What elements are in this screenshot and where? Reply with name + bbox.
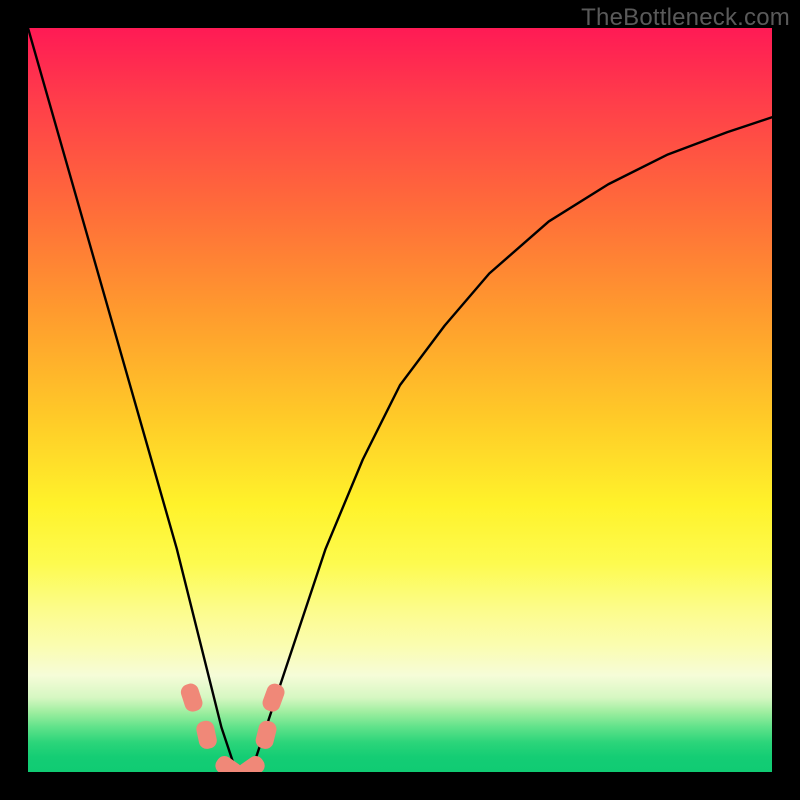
marker-left-upper [179, 682, 205, 714]
marker-trough-right [235, 753, 268, 772]
chart-svg [28, 28, 772, 772]
plot-area [28, 28, 772, 772]
marker-right-upper [260, 681, 286, 713]
marker-left-lower [195, 719, 218, 750]
chart-frame: TheBottleneck.com [0, 0, 800, 800]
bottleneck-curve-path [28, 28, 772, 772]
marker-right-lower [254, 719, 278, 751]
bottleneck-curve [28, 28, 772, 772]
